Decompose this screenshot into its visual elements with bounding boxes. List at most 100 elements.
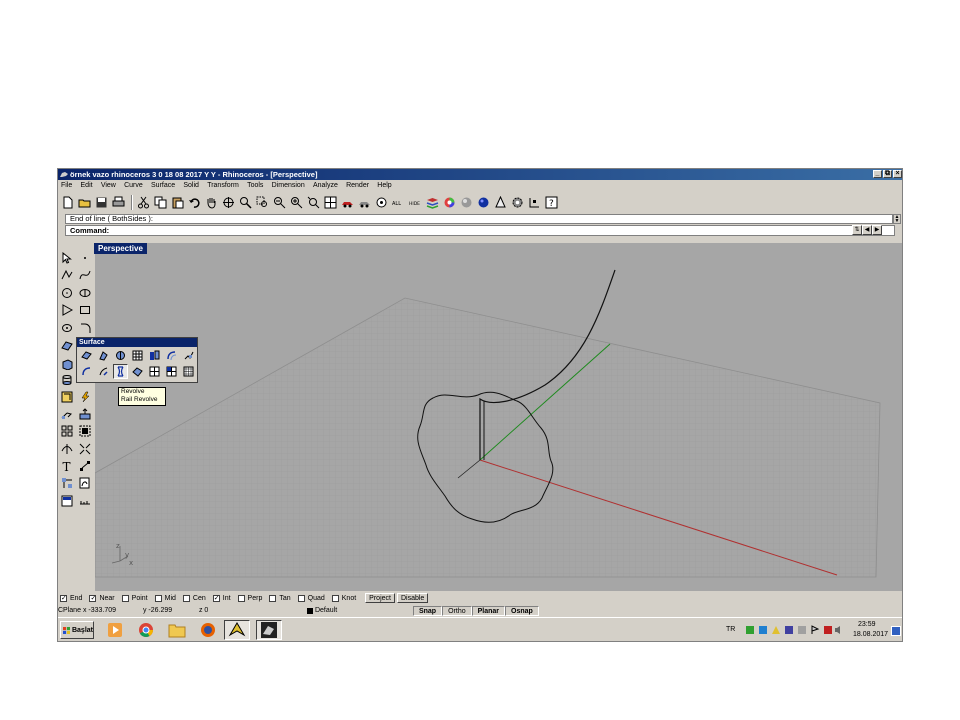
pan-hand-icon[interactable] bbox=[204, 195, 219, 210]
new-file-icon[interactable] bbox=[60, 195, 75, 210]
options-gear-icon[interactable] bbox=[510, 195, 525, 210]
undo-icon[interactable] bbox=[187, 195, 202, 210]
surface-grid-icon[interactable] bbox=[164, 364, 179, 379]
osnap-near-checkbox[interactable]: ✓ bbox=[89, 594, 97, 602]
menu-surface[interactable]: Surface bbox=[148, 180, 178, 190]
explode-icon[interactable] bbox=[78, 442, 92, 456]
menu-analyze[interactable]: Analyze bbox=[310, 180, 341, 190]
rhino-window-taskbar-icon[interactable] bbox=[256, 620, 282, 640]
light-cone-icon[interactable] bbox=[493, 195, 508, 210]
solid-box-icon[interactable] bbox=[60, 357, 74, 371]
zoom-dynamic-icon[interactable] bbox=[238, 195, 253, 210]
osnap-quad-checkbox[interactable] bbox=[297, 594, 305, 602]
menu-help[interactable]: Help bbox=[374, 180, 394, 190]
four-viewports-icon[interactable] bbox=[323, 195, 338, 210]
zoom-extents-icon[interactable] bbox=[272, 195, 287, 210]
command-input[interactable]: Command: bbox=[65, 225, 895, 236]
rhino-taskbar-icon[interactable] bbox=[224, 620, 250, 640]
project-button[interactable]: Project bbox=[365, 593, 395, 603]
hide-icon[interactable]: HIDE bbox=[408, 195, 423, 210]
move-icon[interactable] bbox=[78, 407, 92, 421]
menu-edit[interactable]: Edit bbox=[78, 180, 96, 190]
show-all-icon[interactable]: ALL bbox=[391, 195, 406, 210]
cut-icon[interactable] bbox=[136, 195, 151, 210]
planar-toggle[interactable]: Planar bbox=[471, 605, 506, 616]
sweep-icon[interactable] bbox=[181, 348, 196, 363]
menu-curve[interactable]: Curve bbox=[121, 180, 146, 190]
select-arrow-icon[interactable] bbox=[60, 251, 74, 265]
copy-icon[interactable] bbox=[153, 195, 168, 210]
color-wheel-icon[interactable] bbox=[442, 195, 457, 210]
zoom-window-icon[interactable] bbox=[255, 195, 270, 210]
menu-transform[interactable]: Transform bbox=[204, 180, 242, 190]
clock-time[interactable]: 23:59 bbox=[858, 621, 876, 628]
blue-sphere-icon[interactable] bbox=[476, 195, 491, 210]
disable-button[interactable]: Disable bbox=[396, 593, 429, 603]
cylinder-icon[interactable] bbox=[60, 373, 74, 387]
curve-edit-icon[interactable] bbox=[78, 476, 92, 490]
history-scroll-arrows[interactable]: ▲ ▼ bbox=[893, 214, 901, 224]
point-icon[interactable] bbox=[78, 251, 92, 265]
trim-icon[interactable] bbox=[60, 442, 74, 456]
fillet-icon[interactable] bbox=[78, 321, 92, 335]
history-left-button[interactable]: ◀ bbox=[862, 225, 872, 235]
menu-render[interactable]: Render bbox=[343, 180, 372, 190]
layers-icon[interactable] bbox=[425, 195, 440, 210]
start-button[interactable]: Başlat bbox=[60, 621, 94, 639]
ellipse-icon[interactable] bbox=[78, 286, 92, 300]
clock-date[interactable]: 18.08.2017 bbox=[853, 631, 888, 638]
polyline-icon[interactable] bbox=[60, 268, 74, 282]
open-folder-icon[interactable] bbox=[77, 195, 92, 210]
car-render-icon[interactable] bbox=[340, 195, 355, 210]
osnap-tan-checkbox[interactable] bbox=[269, 594, 277, 602]
close-button[interactable]: × bbox=[893, 170, 902, 178]
osnap-end-checkbox[interactable]: ✓ bbox=[60, 594, 67, 602]
history-down-button[interactable]: ⇅ bbox=[852, 225, 862, 235]
menu-solid[interactable]: Solid bbox=[180, 180, 202, 190]
tray-icons[interactable] bbox=[746, 625, 842, 635]
analyze-icon[interactable] bbox=[60, 494, 74, 508]
menu-file[interactable]: File bbox=[58, 180, 75, 190]
viewport-title-tab[interactable]: Perspective bbox=[94, 243, 147, 254]
surface-palette-title[interactable]: Surface bbox=[77, 338, 197, 347]
arc-icon[interactable] bbox=[60, 321, 74, 335]
mesh-icon[interactable] bbox=[60, 390, 74, 404]
save-icon[interactable] bbox=[94, 195, 109, 210]
patch-icon[interactable] bbox=[130, 364, 145, 379]
edge-surface-icon[interactable] bbox=[96, 348, 111, 363]
osnap-toggle[interactable]: Osnap bbox=[505, 605, 539, 616]
ortho-toggle[interactable]: Ortho bbox=[442, 605, 472, 616]
surface-from-points-icon[interactable] bbox=[79, 348, 94, 363]
dots-icon[interactable] bbox=[78, 459, 92, 473]
language-indicator[interactable]: TR bbox=[726, 626, 735, 633]
osnap-int-checkbox[interactable]: ✓ bbox=[212, 594, 220, 602]
show-objects-icon[interactable] bbox=[374, 195, 389, 210]
properties-icon[interactable] bbox=[527, 195, 542, 210]
media-player-taskbar-icon[interactable] bbox=[102, 620, 128, 640]
lightning-icon[interactable] bbox=[78, 390, 92, 404]
curve-icon[interactable] bbox=[78, 268, 92, 282]
heightfield-icon[interactable] bbox=[181, 364, 196, 379]
planar-surface-icon[interactable] bbox=[113, 348, 128, 363]
circle-icon[interactable] bbox=[60, 286, 74, 300]
viewport-canvas[interactable]: z y x bbox=[95, 243, 903, 591]
array-icon[interactable] bbox=[60, 424, 74, 438]
rectangle-icon[interactable] bbox=[78, 303, 92, 317]
layer-selector[interactable]: Default bbox=[306, 607, 405, 614]
render-sphere-icon[interactable] bbox=[459, 195, 474, 210]
transform-icon[interactable] bbox=[60, 407, 74, 421]
minimize-button[interactable]: _ bbox=[873, 170, 882, 178]
dimension-icon[interactable] bbox=[60, 476, 74, 490]
explorer-taskbar-icon[interactable] bbox=[164, 620, 190, 640]
osnap-cen-checkbox[interactable] bbox=[182, 594, 190, 602]
loft-icon[interactable] bbox=[164, 348, 179, 363]
rotate-view-icon[interactable] bbox=[221, 195, 236, 210]
restore-button[interactable]: ⧉ bbox=[883, 170, 892, 178]
menu-view[interactable]: View bbox=[98, 180, 119, 190]
osnap-mid-checkbox[interactable] bbox=[154, 594, 162, 602]
rail-sweep-icon[interactable] bbox=[96, 364, 111, 379]
menu-dimension[interactable]: Dimension bbox=[269, 180, 308, 190]
network-surface-icon[interactable] bbox=[130, 348, 145, 363]
print-icon[interactable] bbox=[111, 195, 126, 210]
group-icon[interactable] bbox=[78, 424, 92, 438]
